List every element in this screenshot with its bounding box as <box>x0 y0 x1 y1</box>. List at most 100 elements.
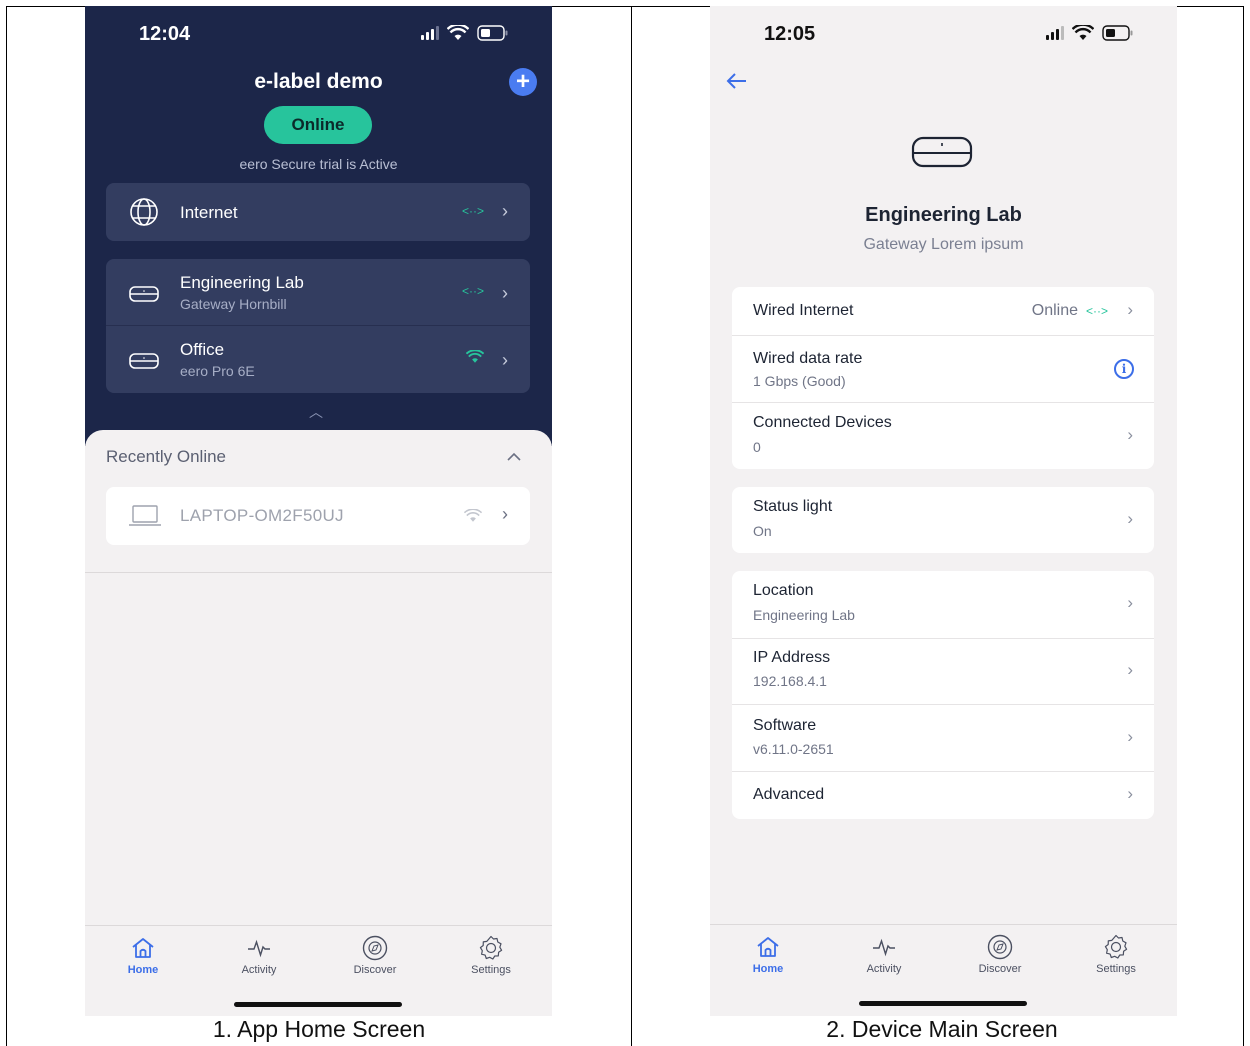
home-icon <box>132 938 154 958</box>
add-button[interactable]: + <box>509 68 537 96</box>
wifi-signal-icon <box>466 350 484 363</box>
ip-address-label: IP Address <box>753 649 831 666</box>
status-icons <box>421 25 509 41</box>
device-row-office[interactable]: Office eero Pro 6E › <box>106 326 530 392</box>
secure-trial-text: eero Secure trial is Active <box>239 156 398 172</box>
globe-icon <box>130 198 158 226</box>
location-row[interactable]: Location Engineering Lab › <box>732 571 1154 638</box>
gear-icon <box>1104 934 1128 959</box>
signal-icon <box>1046 26 1064 40</box>
device-name: Office <box>180 340 225 359</box>
status-light-label: Status light <box>753 498 833 515</box>
chevron-right-icon: › <box>1127 593 1133 612</box>
gear-icon <box>479 935 503 960</box>
home-indicator <box>859 1001 1027 1006</box>
tab-home[interactable]: Home <box>85 926 201 1016</box>
tab-label: Settings <box>1096 963 1136 975</box>
tab-label: Activity <box>241 964 277 976</box>
tab-home[interactable]: Home <box>710 925 826 1016</box>
device-main-screen: 12:05 Engineering Lab Gateway Lorem ipsu… <box>710 6 1177 1016</box>
software-version: v6.11.0-2651 <box>753 741 834 757</box>
device-name: Engineering Lab <box>180 273 304 292</box>
wired-internet-status: Online <box>1031 302 1078 319</box>
back-arrow-icon[interactable] <box>726 72 748 90</box>
tab-label: Discover <box>353 964 397 976</box>
tab-label: Settings <box>471 964 511 976</box>
recent-device-name: LAPTOP-OM2F50UJ <box>180 506 344 525</box>
device-title: Engineering Lab <box>865 204 1022 226</box>
device-details-card: Location Engineering Lab › IP Address 19… <box>732 571 1154 819</box>
caption-left: 1. App Home Screen <box>212 1016 426 1042</box>
signal-icon <box>421 26 439 40</box>
network-title: e-label demo <box>254 70 383 93</box>
data-rate-value: 1 Gbps (Good) <box>753 373 846 389</box>
chevron-right-icon: › <box>1127 660 1133 679</box>
wifi-signal-icon <box>464 509 482 522</box>
compass-icon <box>987 934 1013 960</box>
status-bar: 12:04 <box>85 6 552 62</box>
activity-icon <box>873 938 895 957</box>
laptop-icon <box>129 505 161 526</box>
connected-devices-count: 0 <box>753 439 761 455</box>
internet-label: Internet <box>180 203 238 222</box>
status-light-value: On <box>753 523 772 539</box>
status-light-row[interactable]: Status light On › <box>732 487 1154 553</box>
connected-devices-row[interactable]: Connected Devices 0 › <box>732 403 1154 469</box>
battery-icon <box>477 25 508 41</box>
internet-card[interactable]: Internet <··> › <box>106 183 530 241</box>
internet-row[interactable]: Internet <··> › <box>106 183 530 241</box>
data-rate-label: Wired data rate <box>753 350 863 367</box>
location-value: Engineering Lab <box>753 607 855 623</box>
wired-connection-icon: <··> <box>461 204 484 218</box>
wired-internet-label: Wired Internet <box>753 302 854 319</box>
info-icon[interactable]: i <box>1114 359 1134 379</box>
device-model: eero Pro 6E <box>180 363 255 379</box>
frame-right <box>1243 6 1244 1046</box>
compass-icon <box>362 935 388 961</box>
device-row-engineering-lab[interactable]: Engineering Lab Gateway Hornbill <··> › <box>106 259 530 325</box>
chevron-right-icon: › <box>502 350 508 370</box>
status-light-card: Status light On › <box>732 487 1154 553</box>
tab-label: Home <box>127 964 159 976</box>
tab-settings[interactable]: Settings <box>433 926 549 1016</box>
recently-online-title: Recently Online <box>106 447 227 466</box>
tab-label: Discover <box>978 963 1022 975</box>
wired-data-rate-row: Wired data rate 1 Gbps (Good) i <box>732 336 1154 402</box>
network-status-pill[interactable]: Online <box>264 106 372 144</box>
wired-connection-icon: <··> <box>1085 304 1108 318</box>
app-home-screen: 12:04 e-label demo + Online eero Secure … <box>85 6 552 1016</box>
sheet-divider <box>85 572 552 573</box>
plus-icon: + <box>515 68 530 95</box>
device-subtitle: Gateway Lorem ipsum <box>863 236 1024 253</box>
router-icon <box>129 286 159 302</box>
caption-right: 2. Device Main Screen <box>826 1016 1058 1042</box>
home-indicator <box>234 1002 402 1007</box>
collapse-chevron-icon[interactable]: ︿ <box>309 402 323 422</box>
advanced-row[interactable]: Advanced › <box>732 772 1154 819</box>
frame-left <box>6 6 7 1046</box>
software-row[interactable]: Software v6.11.0-2651 › <box>732 705 1154 771</box>
connected-devices-label: Connected Devices <box>753 414 892 431</box>
status-time: 12:04 <box>139 23 191 45</box>
chevron-right-icon: › <box>1127 509 1133 528</box>
tab-settings[interactable]: Settings <box>1058 925 1174 1016</box>
chevron-up-icon[interactable] <box>507 452 521 461</box>
wired-internet-row[interactable]: Wired Internet Online <··> › <box>732 287 1154 335</box>
software-label: Software <box>753 717 817 734</box>
wired-connection-icon: <··> <box>461 284 484 298</box>
ip-address-row[interactable]: IP Address 192.168.4.1 › <box>732 639 1154 704</box>
chevron-right-icon: › <box>502 283 508 303</box>
home-icon <box>757 937 779 957</box>
wifi-status-icon <box>1072 25 1094 40</box>
router-icon <box>129 353 159 369</box>
chevron-right-icon: › <box>502 504 508 524</box>
chevron-right-icon: › <box>1127 300 1133 319</box>
wifi-status-icon <box>447 25 469 40</box>
chevron-right-icon: › <box>1127 727 1133 746</box>
chevron-right-icon: › <box>502 201 508 221</box>
frame-middle <box>631 6 632 1046</box>
status-bar: 12:05 <box>710 6 1177 62</box>
connection-card: Wired Internet Online <··> › Wired data … <box>732 287 1154 469</box>
chevron-right-icon: › <box>1127 784 1133 803</box>
activity-icon <box>248 939 270 958</box>
